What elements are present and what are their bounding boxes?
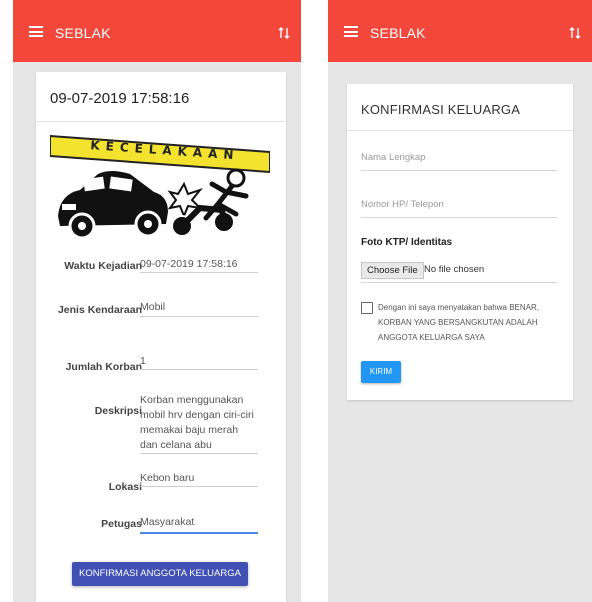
field-underline — [140, 316, 258, 317]
sort-icon[interactable] — [568, 26, 582, 40]
field-underline — [140, 453, 258, 454]
field-value[interactable]: Masyarakat — [140, 515, 258, 530]
field-underline-active — [140, 532, 258, 534]
field-value[interactable]: 09-07-2019 17:58:16 — [140, 257, 258, 272]
field-underline — [361, 170, 557, 171]
file-status: No file chosen — [424, 264, 485, 275]
app-bar: SEBLAK — [328, 0, 592, 62]
field-value[interactable]: Korban menggunakan mobil hrv dengan ciri… — [140, 393, 258, 453]
field-label: Jumlah Korban — [65, 361, 142, 373]
app-title: SEBLAK — [370, 25, 426, 41]
agreement-text: Dengan ini saya menyatakan bahwa BENAR, … — [378, 303, 539, 342]
kirim-button[interactable]: KIRIM — [361, 361, 401, 383]
menu-icon[interactable] — [29, 26, 43, 37]
app-title: SEBLAK — [55, 25, 111, 41]
foto-ktp-label: Foto KTP/ Identitas — [361, 237, 453, 248]
field-underline — [140, 486, 258, 487]
field-value[interactable]: Mobil — [140, 300, 258, 315]
field-underline — [140, 272, 258, 273]
field-label: Petugas — [101, 518, 142, 530]
field-label: Jenis Kendaraan — [57, 304, 142, 316]
agreement-checkbox[interactable] — [361, 302, 373, 314]
field-value[interactable]: 1 — [140, 354, 258, 369]
app-bar: SEBLAK — [13, 0, 301, 62]
incident-date-title: 09-07-2019 17:58:16 — [50, 90, 190, 107]
nomor-telepon-input[interactable]: Nomor HP/ Telepon — [361, 199, 557, 210]
field-label: Lokasi — [108, 481, 142, 493]
incident-card: 09-07-2019 17:58:16 KECELAKAAN Waktu Kej… — [36, 72, 286, 602]
divider — [36, 121, 286, 122]
phone-screen-detail: SEBLAK 09-07-2019 17:58:16 KECELAKAAN Wa… — [13, 0, 301, 602]
konfirmasi-anggota-keluarga-button[interactable]: KONFIRMASI ANGGOTA KELUARGA — [72, 562, 248, 586]
divider — [347, 130, 573, 131]
field-underline — [140, 369, 258, 370]
konfirmasi-card: KONFIRMASI KELUARGA Nama Lengkap Nomor H… — [347, 84, 573, 400]
choose-file-button[interactable]: Choose File — [361, 262, 424, 279]
field-underline — [361, 217, 557, 218]
nama-lengkap-input[interactable]: Nama Lengkap — [361, 152, 557, 163]
menu-icon[interactable] — [344, 26, 358, 37]
field-underline — [361, 282, 557, 283]
accident-illustration: KECELAKAAN — [50, 134, 270, 244]
field-label: Deskripsi — [94, 405, 142, 417]
field-value[interactable]: Kebon baru — [140, 471, 258, 486]
sort-icon[interactable] — [277, 26, 291, 40]
phone-screen-konfirmasi: SEBLAK KONFIRMASI KELUARGA Nama Lengkap … — [328, 0, 592, 602]
field-label: Waktu Kejadian — [64, 260, 142, 272]
konfirmasi-title: KONFIRMASI KELUARGA — [361, 102, 521, 117]
